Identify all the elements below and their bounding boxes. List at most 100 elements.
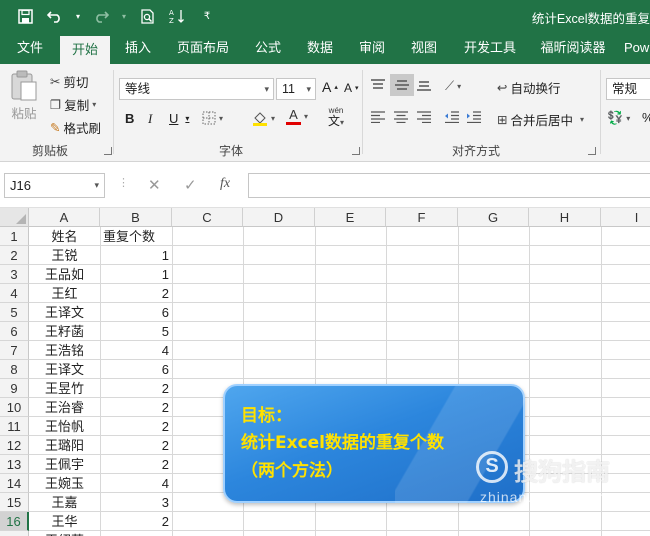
row-header-17[interactable]: 17: [0, 531, 29, 536]
cell-count[interactable]: 3: [100, 493, 172, 512]
align-right-button[interactable]: [416, 111, 432, 123]
cell-count[interactable]: 4: [100, 474, 172, 493]
accounting-format-button[interactable]: 💱 ▾: [607, 110, 630, 126]
cell-count[interactable]: 2: [100, 398, 172, 417]
cell-name[interactable]: 王译文: [29, 303, 100, 322]
cell-name[interactable]: 王品如: [29, 265, 100, 284]
row-header-1[interactable]: 1: [0, 227, 29, 246]
column-header-f[interactable]: F: [386, 208, 458, 227]
row-header-9[interactable]: 9: [0, 379, 29, 398]
italic-button[interactable]: I: [148, 111, 152, 127]
align-center-button[interactable]: [393, 111, 409, 123]
row-header-13[interactable]: 13: [0, 455, 29, 474]
column-header-i[interactable]: I: [601, 208, 650, 227]
cell-name[interactable]: 王浩铭: [29, 341, 100, 360]
cell-count[interactable]: 6: [100, 360, 172, 379]
fill-color-dropdown-icon[interactable]: ▾: [271, 114, 275, 123]
tab-review[interactable]: 审阅: [350, 32, 394, 64]
name-box-dropdown-icon[interactable]: ▾: [94, 174, 99, 197]
grow-font-button[interactable]: A ▴: [322, 79, 338, 95]
sort-icon[interactable]: AZ: [166, 5, 188, 27]
save-icon[interactable]: [14, 5, 36, 27]
cell-count[interactable]: 2: [100, 436, 172, 455]
percent-button[interactable]: %: [642, 110, 650, 125]
tab-home[interactable]: 开始: [60, 36, 110, 64]
decrease-indent-button[interactable]: [444, 111, 460, 123]
row-header-5[interactable]: 5: [0, 303, 29, 322]
insert-function-icon[interactable]: fx: [220, 176, 230, 192]
cell-count[interactable]: 2: [100, 284, 172, 303]
phonetic-button[interactable]: wén 文▾: [328, 106, 344, 129]
font-color-button[interactable]: A ▾: [286, 108, 308, 125]
orientation-button[interactable]: ⟋ ▾: [445, 78, 461, 94]
align-middle-button[interactable]: [390, 74, 414, 96]
bold-button[interactable]: B: [125, 111, 134, 126]
align-left-button[interactable]: [370, 111, 386, 123]
cut-button[interactable]: ✂ 剪切: [50, 72, 89, 91]
font-name-dropdown-icon[interactable]: ▾: [264, 79, 269, 99]
tab-file[interactable]: 文件: [6, 32, 54, 64]
cell-count[interactable]: 2: [100, 417, 172, 436]
print-preview-icon[interactable]: [136, 5, 158, 27]
cell-name[interactable]: 王怡帆: [29, 417, 100, 436]
alignment-launcher-icon[interactable]: [588, 147, 596, 155]
increase-indent-button[interactable]: [466, 111, 482, 123]
redo-dropdown-icon[interactable]: ▾: [120, 5, 128, 27]
cell-count[interactable]: 4: [100, 341, 172, 360]
format-painter-button[interactable]: ✎ 格式刷: [50, 118, 101, 137]
tab-view[interactable]: 视图: [402, 32, 446, 64]
tab-foxit-reader[interactable]: 福昕阅读器: [534, 32, 612, 64]
select-all-corner[interactable]: [0, 208, 29, 227]
cell-count[interactable]: 2: [100, 512, 172, 531]
cell-name[interactable]: 王婉玉: [29, 474, 100, 493]
row-header-14[interactable]: 14: [0, 474, 29, 493]
row-header-10[interactable]: 10: [0, 398, 29, 417]
copy-button[interactable]: ❐ 复制 ▾: [50, 95, 96, 114]
row-header-7[interactable]: 7: [0, 341, 29, 360]
cell-name[interactable]: 王籽菡: [29, 322, 100, 341]
font-size-dropdown-icon[interactable]: ▾: [306, 79, 311, 99]
font-color-dropdown-icon[interactable]: ▾: [304, 112, 308, 121]
font-name-combo[interactable]: 等线 ▾: [119, 78, 274, 100]
cell-name[interactable]: 王译文: [29, 360, 100, 379]
row-header-8[interactable]: 8: [0, 360, 29, 379]
border-button[interactable]: ▾: [202, 111, 223, 125]
row-header-2[interactable]: 2: [0, 246, 29, 265]
row-header-3[interactable]: 3: [0, 265, 29, 284]
cell-count[interactable]: 2: [100, 379, 172, 398]
header-cell-count[interactable]: 重复个数: [100, 227, 172, 246]
cell-name[interactable]: 王红: [29, 284, 100, 303]
resize-handle-icon[interactable]: ⋮: [118, 176, 129, 189]
font-launcher-icon[interactable]: [352, 147, 360, 155]
formula-input[interactable]: [248, 173, 650, 198]
clipboard-launcher-icon[interactable]: [104, 147, 112, 155]
undo-dropdown-icon[interactable]: ▾: [74, 5, 82, 27]
row-header-4[interactable]: 4: [0, 284, 29, 303]
cell-count[interactable]: 5: [100, 322, 172, 341]
column-header-b[interactable]: B: [100, 208, 172, 227]
copy-dropdown-icon[interactable]: ▾: [92, 100, 96, 109]
cell-name[interactable]: 王绍萱: [29, 531, 100, 536]
cell-count[interactable]: 6: [100, 303, 172, 322]
header-cell-name[interactable]: 姓名: [29, 227, 100, 246]
cell-name[interactable]: 王锐: [29, 246, 100, 265]
row-header-15[interactable]: 15: [0, 493, 29, 512]
tab-formulas[interactable]: 公式: [246, 32, 290, 64]
column-header-e[interactable]: E: [315, 208, 386, 227]
paste-button[interactable]: 粘贴: [9, 70, 39, 122]
cell-count[interactable]: 1: [100, 265, 172, 284]
undo-icon[interactable]: [44, 5, 66, 27]
cell-name[interactable]: 王璐阳: [29, 436, 100, 455]
enter-icon[interactable]: ✓: [184, 176, 197, 194]
cell-name[interactable]: 王佩宇: [29, 455, 100, 474]
align-bottom-button[interactable]: [416, 78, 432, 92]
name-box[interactable]: J16 ▾: [4, 173, 105, 198]
merge-dropdown-icon[interactable]: ▾: [580, 115, 584, 124]
cell-count[interactable]: 5: [100, 531, 172, 536]
row-header-6[interactable]: 6: [0, 322, 29, 341]
tab-power[interactable]: Pow: [624, 32, 650, 64]
shrink-font-button[interactable]: A ▾: [344, 81, 359, 95]
column-header-g[interactable]: G: [458, 208, 529, 227]
fill-color-button[interactable]: ▾: [252, 110, 275, 126]
border-dropdown-icon[interactable]: ▾: [219, 114, 223, 123]
